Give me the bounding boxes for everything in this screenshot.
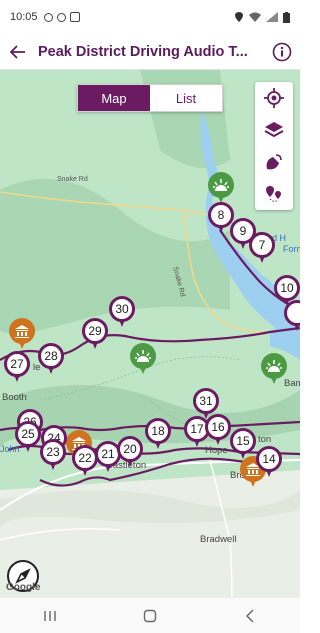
status-notification-icons: [43, 12, 80, 22]
shield-icon: [56, 12, 66, 22]
back-button[interactable]: [0, 34, 36, 70]
sunrise-icon: [208, 172, 234, 198]
system-nav-bar: [0, 597, 300, 633]
stop-number: 7: [249, 232, 275, 258]
page-title: Peak District Driving Audio T...: [38, 43, 248, 60]
google-attribution: Google: [6, 582, 41, 593]
stop-number: 29: [82, 318, 108, 344]
stop-number: 30: [109, 296, 135, 322]
wifi-icon: [249, 12, 261, 22]
status-system-icons: [234, 11, 290, 23]
stop-number: [284, 300, 300, 326]
map-label-water: Form: [283, 244, 300, 254]
map-label-place: Bradwell: [200, 534, 237, 545]
map-view[interactable]: Snake Rd Snake Rd Booth Castleton Hope B…: [0, 70, 300, 597]
calendar-icon: [69, 12, 80, 22]
stop-number: 23: [40, 439, 66, 465]
layers-button[interactable]: [255, 114, 293, 146]
info-button[interactable]: [264, 34, 300, 70]
chevron-left-icon: [246, 609, 254, 622]
recent-apps-icon: [44, 610, 56, 621]
route-stop-pin[interactable]: 30: [109, 296, 135, 330]
stop-number: 16: [205, 414, 231, 440]
sunrise-icon: [130, 343, 156, 369]
map-label-road: Snake Rd: [57, 176, 88, 183]
stop-number: 31: [193, 388, 219, 414]
gps-audio-button[interactable]: [255, 146, 293, 178]
location-pin-icon: [43, 12, 53, 22]
stop-number: 15: [230, 428, 256, 454]
museum-icon: [9, 318, 35, 344]
poi-viewpoint[interactable]: [208, 172, 234, 206]
route-stops-button[interactable]: [255, 178, 293, 210]
stop-number: 27: [4, 351, 30, 377]
satellite-dish-icon: [266, 154, 282, 170]
route-pins-icon: [266, 186, 281, 202]
route-stop-pin[interactable]: 23: [40, 439, 66, 473]
system-back-button[interactable]: [220, 601, 280, 631]
battery-icon: [283, 11, 290, 23]
tab-map[interactable]: Map: [78, 85, 150, 111]
info-icon: [272, 42, 292, 61]
route-stop-pin[interactable]: 25: [15, 421, 41, 455]
crosshair-icon: [264, 88, 284, 108]
stop-number: 22: [72, 445, 98, 471]
status-time: 10:05: [10, 11, 38, 23]
stop-number: 8: [208, 202, 234, 228]
location-icon: [235, 12, 243, 22]
stop-number: 18: [145, 418, 171, 444]
route-stop-pin[interactable]: 20: [117, 436, 143, 470]
route-stop-pin[interactable]: 27: [4, 351, 30, 385]
route-stop-pin[interactable]: 16: [205, 414, 231, 448]
tab-list[interactable]: List: [150, 85, 222, 111]
map-tools: [255, 82, 293, 210]
route-stop-pin[interactable]: 18: [145, 418, 171, 452]
view-toggle: Map List: [77, 84, 223, 112]
home-icon: [143, 609, 157, 622]
stop-number: 14: [256, 446, 282, 472]
status-bar: 10:05: [0, 0, 300, 34]
my-location-button[interactable]: [255, 82, 293, 114]
poi-historic[interactable]: [9, 318, 35, 352]
sunrise-icon: [261, 353, 287, 379]
route-stop-pin[interactable]: [284, 300, 300, 334]
stop-number: 10: [274, 275, 300, 301]
stop-number: 28: [38, 343, 64, 369]
route-stop-pin[interactable]: 7: [249, 232, 275, 266]
poi-viewpoint[interactable]: [130, 343, 156, 377]
layers-icon: [264, 122, 284, 138]
signal-icon: [266, 12, 278, 22]
map-label-place: ton: [258, 434, 272, 445]
recent-apps-button[interactable]: [20, 601, 80, 631]
map-label-place: Booth: [2, 392, 27, 403]
poi-viewpoint[interactable]: [261, 353, 287, 387]
arrow-back-icon: [10, 44, 25, 59]
app-bar: Peak District Driving Audio T...: [0, 34, 300, 70]
home-button[interactable]: [120, 601, 180, 631]
route-stop-pin[interactable]: 28: [38, 343, 64, 377]
stop-number: 20: [117, 436, 143, 462]
route-stop-pin[interactable]: 29: [82, 318, 108, 352]
stop-number: 25: [15, 421, 41, 447]
